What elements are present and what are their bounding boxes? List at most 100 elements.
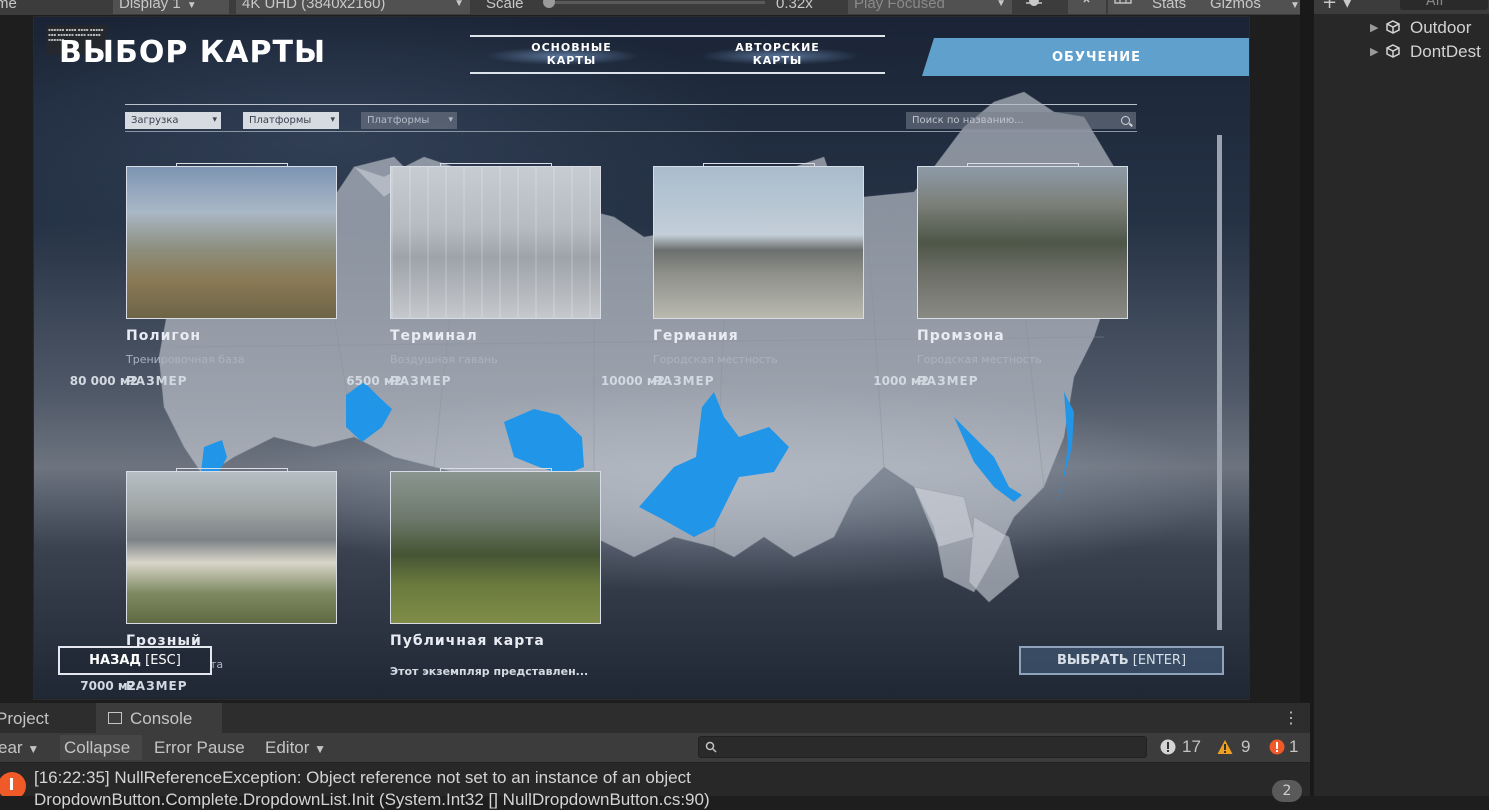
map-preview-image [126, 166, 337, 319]
chevron-down-icon: ▾ [330, 115, 335, 125]
back-button-label: НАЗАД [89, 653, 141, 668]
panel-divider [1300, 0, 1313, 796]
hierarchy-search-placeholder: All [1426, 0, 1444, 9]
map-subtitle: Воздушная гавань [390, 353, 498, 366]
map-name: Промзона [917, 328, 1005, 344]
resolution-dropdown[interactable]: 4K UHD (3840x2160) ▼ [236, 0, 470, 14]
scale-slider-knob[interactable] [543, 0, 555, 8]
game-tab-label[interactable]: me [0, 0, 98, 14]
gizmos-button[interactable]: Gizmos [1204, 0, 1288, 14]
hierarchy-item-label: DontDest [1410, 42, 1481, 61]
chevron-down-icon: ▼ [27, 742, 40, 756]
console-search-input[interactable] [698, 736, 1147, 758]
map-category-tabs: ОСНОВНЫЕ КАРТЫ АВТОРСКИЕ КАРТЫ [470, 35, 885, 74]
search-icon [705, 741, 717, 753]
error-count: 1 [1289, 737, 1299, 756]
expand-triangle-icon[interactable]: ▶ [1370, 17, 1378, 39]
game-tab-text: me [0, 0, 17, 12]
console-log-stacktrace[interactable]: DropdownButton.Complete.DropdownList.Ini… [34, 790, 710, 810]
tab-main-maps[interactable]: ОСНОВНЫЕ КАРТЫ [514, 41, 629, 67]
console-log-entry[interactable]: [16:22:35] NullReferenceException: Objec… [34, 768, 691, 788]
map-name: Германия [653, 328, 739, 344]
expand-triangle-icon[interactable]: ▶ [1370, 41, 1378, 63]
warning-count: 9 [1241, 737, 1251, 756]
unity-game-toolbar: me Display 1 ▼ 4K UHD (3840x2160) ▼ Scale … [0, 0, 1310, 15]
error-icon [1269, 739, 1285, 755]
hierarchy-item-outdoor[interactable]: ▶ Outdoor [1314, 17, 1489, 39]
chevron-down-icon: ▼ [996, 0, 1006, 9]
error-pause-label: Error Pause [154, 738, 245, 757]
chevron-down-icon: ▾ [448, 115, 453, 125]
back-button[interactable]: НАЗАД [ESC] [58, 646, 212, 675]
page-title: ВЫБОР КАРТЫ [59, 35, 327, 70]
platform-dropdown[interactable]: Платформы ▾ [243, 112, 339, 129]
warning-icon [1217, 740, 1233, 754]
select-button[interactable]: ВЫБРАТЬ [ENTER] [1019, 646, 1224, 675]
play-mode-text: Play Focused [854, 0, 945, 12]
hierarchy-item-dontdestroy[interactable]: ▶ DontDest [1314, 41, 1489, 63]
hierarchy-item-label: Outdoor [1410, 18, 1472, 37]
tab-author-maps[interactable]: АВТОРСКИЕ КАРТЫ [720, 41, 835, 67]
map-preview-image [390, 471, 601, 624]
play-mode-dropdown[interactable]: Play Focused ▼ [848, 0, 1012, 14]
chevron-down-icon: ▾ [212, 115, 217, 125]
clear-button-label: ear [0, 738, 23, 757]
sort-dropdown-label: Загрузка [131, 115, 179, 126]
editor-dropdown[interactable]: Editor ▼ [261, 735, 335, 760]
mute-audio-icon[interactable] [1068, 0, 1106, 14]
filter-divider-top [125, 104, 1137, 105]
platform-dropdown-secondary[interactable]: Платформы ▾ [361, 112, 457, 129]
bug-icon[interactable] [1018, 0, 1056, 14]
editor-label: Editor [265, 738, 310, 757]
clear-button[interactable]: ear ▼ [0, 735, 54, 760]
map-preview-image [653, 166, 864, 319]
scale-slider-track[interactable] [550, 1, 765, 4]
filter-divider-bottom [125, 131, 1137, 132]
stats-button[interactable]: Stats [1146, 0, 1204, 14]
info-count: 17 [1182, 737, 1201, 756]
aspect-grid-icon[interactable] [1108, 0, 1148, 14]
kebab-menu-icon[interactable]: ⋮ [1283, 703, 1299, 734]
warning-count-toggle[interactable]: 9 [1217, 736, 1257, 758]
scale-value: 0.32x [770, 0, 819, 14]
tab-console-label: Console [130, 709, 193, 728]
info-icon [1160, 739, 1176, 755]
display-dropdown[interactable]: Display 1 ▼ [113, 0, 229, 14]
maps-scrollbar[interactable] [1217, 135, 1222, 630]
error-count-toggle[interactable]: 1 [1269, 736, 1305, 758]
back-button-hint: [ESC] [145, 653, 181, 668]
bug-icon-glyph [1026, 0, 1042, 6]
sort-dropdown[interactable]: Загрузка ▾ [125, 112, 221, 129]
stats-text: Stats [1152, 0, 1187, 12]
tab-tutorial[interactable]: ОБУЧЕНИЕ [922, 38, 1249, 76]
display-text: Display 1 [119, 0, 181, 12]
error-log-icon [0, 772, 26, 796]
select-button-hint: [ENTER] [1132, 653, 1187, 668]
add-object-button[interactable]: + ▾ [1322, 0, 1352, 13]
hierarchy-panel: + ▾ All ▶ Outdoor ▶ DontDest [1313, 0, 1489, 796]
info-count-toggle[interactable]: 17 [1160, 736, 1210, 758]
collapse-toggle[interactable]: Collapse [60, 735, 142, 760]
map-subtitle: Этот экземпляр представлен... [390, 665, 589, 678]
map-preview-image [917, 166, 1128, 319]
chevron-down-icon: ▼ [1290, 0, 1300, 11]
select-button-label: ВЫБРАТЬ [1056, 653, 1129, 668]
hierarchy-header: + ▾ All [1314, 0, 1489, 14]
hierarchy-search-input[interactable]: All [1400, 0, 1488, 10]
platform-dropdown-label: Платформы [367, 115, 430, 126]
scale-value-text: 0.32x [776, 0, 813, 12]
tab-project[interactable]: Project [0, 703, 88, 734]
map-size-value: 7000 м2 [80, 679, 136, 693]
map-name: Полигон [126, 328, 202, 344]
gizmos-text: Gizmos [1210, 0, 1261, 12]
map-search-input[interactable]: Поиск по названию... [906, 112, 1136, 129]
error-pause-toggle[interactable]: Error Pause [150, 735, 254, 760]
tab-console[interactable]: Console [96, 703, 222, 734]
chevron-down-icon: ▼ [186, 0, 197, 11]
map-name: Терминал [390, 328, 478, 344]
platform-dropdown-label: Платформы [249, 115, 312, 126]
map-search-placeholder: Поиск по названию... [912, 115, 1024, 126]
console-icon [108, 712, 122, 724]
map-size-value: 80 000 м2 [69, 374, 138, 388]
game-view[interactable]: ▪▪▪▪▪▪ ▪▪▪▪ ▪▪▪▪ ▪▪▪▪▪ ▪▪▪ ▪▪▪▪▪▪ ▪▪▪▪ ▪… [34, 17, 1249, 699]
